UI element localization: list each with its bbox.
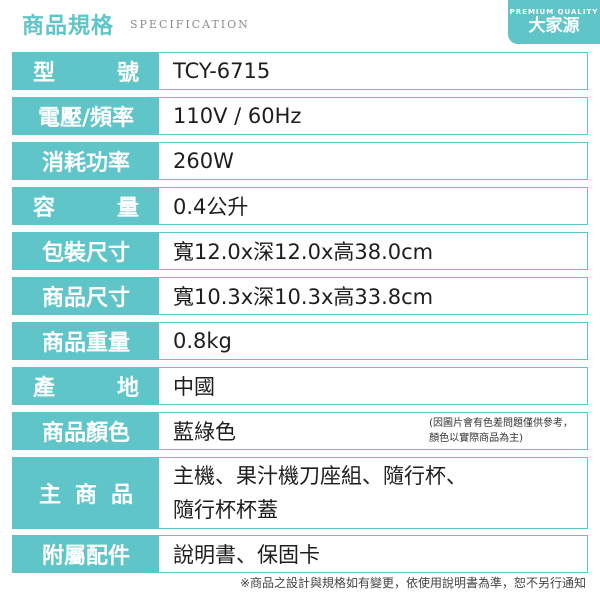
spec-label-power: 消耗功率	[13, 143, 159, 179]
spec-header: 商品規格 SPECIFICATION PREMIUM QUALITY 大家源	[0, 0, 600, 44]
spec-value-accessories: 說明書、保固卡	[173, 543, 320, 567]
spec-value-model: TCY-6715	[173, 59, 271, 83]
spec-label-origin: 產 地	[13, 368, 159, 404]
spec-value-line: 隨行杯杯蓋	[173, 498, 278, 522]
spec-row-voltage: 電壓/頻率 110V / 60Hz	[12, 97, 588, 135]
spec-value-package-size: 寬12.0x深12.0x高38.0cm	[173, 240, 434, 264]
spec-label-model: 型 號	[13, 53, 159, 89]
spec-label-main-items: 主商品	[13, 458, 159, 528]
spec-row-model: 型 號 TCY-6715	[12, 52, 588, 90]
spec-row-weight: 商品重量 0.8kg	[12, 322, 588, 360]
spec-footnote: ※商品之設計與規格如有變更，依使用說明書為準，恕不另行通知	[239, 576, 586, 590]
spec-row-accessories: 附屬配件 說明書、保固卡	[12, 535, 588, 573]
spec-label-char: 量	[116, 196, 139, 221]
spec-label-product-size: 商品尺寸	[13, 278, 159, 314]
spec-label-char: 號	[116, 61, 139, 86]
spec-value-origin: 中國	[173, 375, 215, 399]
spec-label-voltage: 電壓/頻率	[13, 98, 159, 134]
spec-label-char: 產	[33, 376, 56, 401]
badge-quality-text: PREMIUM QUALITY	[509, 8, 599, 16]
spec-label-package-size: 包裝尺寸	[13, 233, 159, 269]
spec-value-line: 主機、果汁機刀座組、隨行杯、	[173, 464, 467, 488]
spec-row-product-size: 商品尺寸 寬10.3x深10.3x高33.8cm	[12, 277, 588, 315]
spec-row-color: 商品顏色 藍綠色 (因圖片會有色差問題僅供參考， 顏色以實際商品為主)	[12, 412, 588, 450]
spec-value-product-size: 寬10.3x深10.3x高33.8cm	[173, 285, 434, 309]
spec-value-voltage: 110V / 60Hz	[173, 104, 302, 128]
spec-value-weight: 0.8kg	[173, 329, 232, 353]
spec-row-origin: 產 地 中國	[12, 367, 588, 405]
spec-row-package-size: 包裝尺寸 寬12.0x深12.0x高38.0cm	[12, 232, 588, 270]
spec-row-main-items: 主商品 主機、果汁機刀座組、隨行杯、 隨行杯杯蓋	[12, 457, 588, 529]
page-title: 商品規格	[22, 14, 115, 39]
spec-value-main-items: 主機、果汁機刀座組、隨行杯、 隨行杯杯蓋	[173, 458, 579, 528]
spec-label-weight: 商品重量	[13, 323, 159, 359]
spec-value-capacity: 0.4公升	[173, 195, 249, 219]
spec-label-char: 地	[116, 376, 139, 401]
spec-label-char: 容	[33, 196, 56, 221]
page-subtitle: SPECIFICATION	[130, 18, 250, 31]
brand-badge: PREMIUM QUALITY 大家源	[508, 0, 600, 44]
spec-value-power: 260W	[173, 149, 234, 173]
spec-label-accessories: 附屬配件	[13, 536, 159, 572]
spec-row-power: 消耗功率 260W	[12, 142, 588, 180]
brand-logo-text: 大家源	[528, 16, 580, 36]
spec-label-capacity: 容 量	[13, 188, 159, 224]
spec-row-capacity: 容 量 0.4公升	[12, 187, 588, 225]
color-disclaimer-note: (因圖片會有色差問題僅供參考， 顏色以實際商品為主)	[429, 418, 573, 444]
spec-label-char: 型	[33, 61, 56, 86]
spec-label-color: 商品顏色	[13, 413, 159, 449]
